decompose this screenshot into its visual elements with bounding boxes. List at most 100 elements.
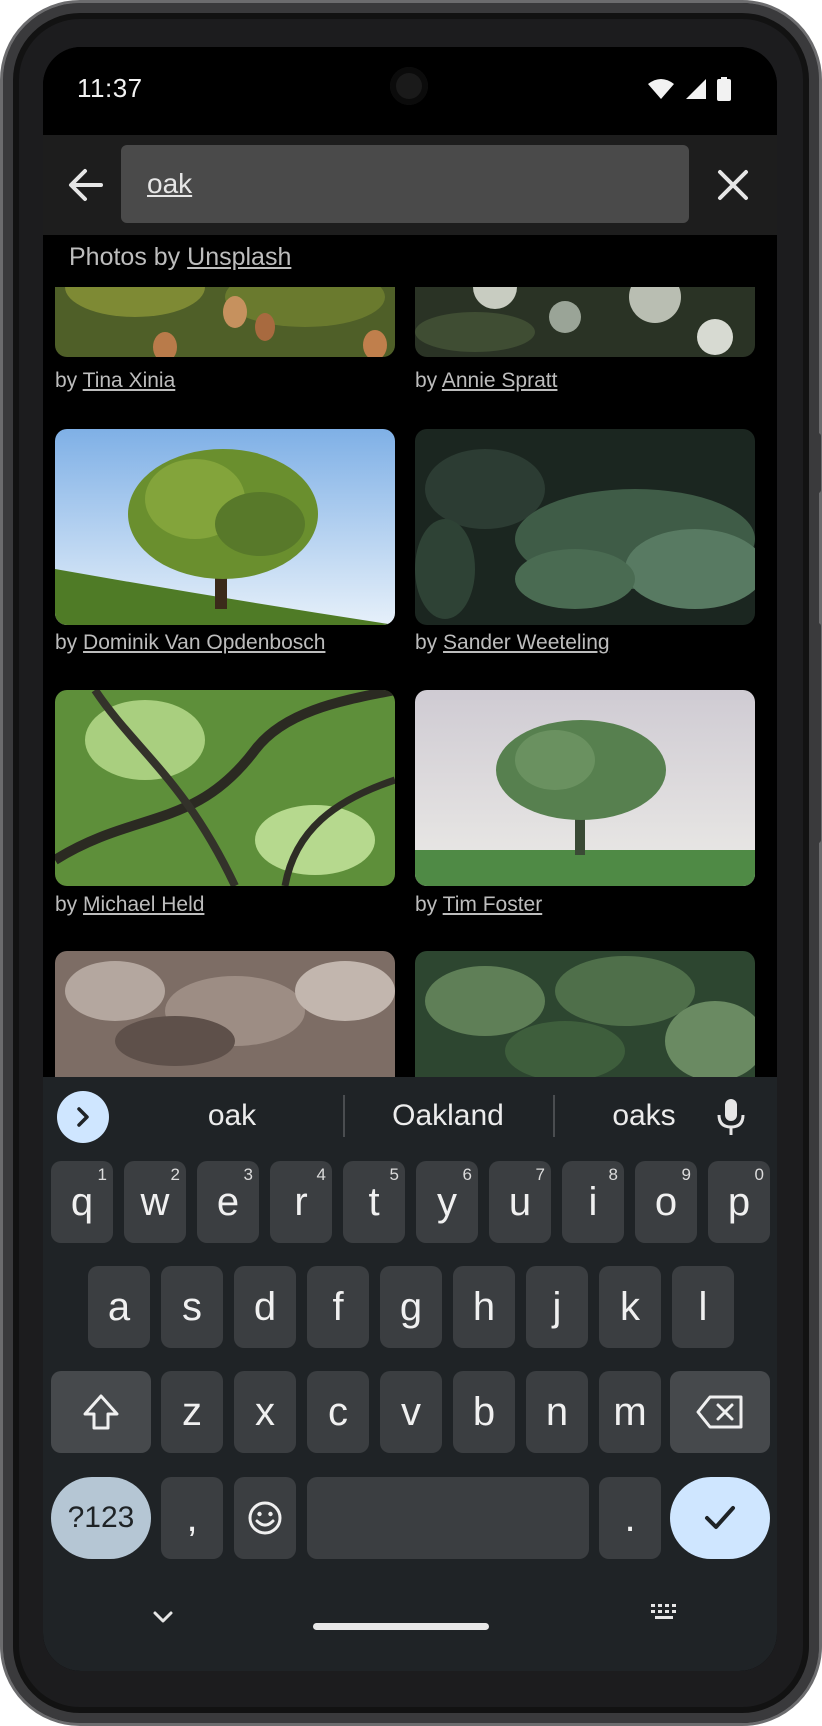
photo-tile[interactable] bbox=[55, 951, 395, 1077]
photo-caption: by Annie Spratt bbox=[415, 369, 558, 392]
photo-tile[interactable] bbox=[55, 690, 395, 886]
emoji-icon bbox=[248, 1501, 282, 1535]
photographer-link[interactable]: Dominik Van Opdenbosch bbox=[83, 631, 325, 654]
voice-input-button[interactable] bbox=[707, 1093, 755, 1141]
arrow-back-icon bbox=[69, 169, 103, 201]
status-time: 11:37 bbox=[77, 73, 143, 103]
photo-image bbox=[415, 287, 755, 357]
symbols-key[interactable]: ?123 bbox=[51, 1477, 151, 1559]
keyboard-menu-button[interactable] bbox=[57, 1091, 109, 1143]
photo-caption: by Tina Xinia bbox=[55, 369, 176, 392]
volume-button bbox=[813, 623, 821, 843]
suggestion-strip: oak Oakland oaks bbox=[43, 1077, 777, 1155]
home-gesture-handle[interactable] bbox=[313, 1623, 489, 1630]
key-k[interactable]: k bbox=[599, 1266, 661, 1348]
photo-image bbox=[55, 287, 395, 357]
backspace-icon bbox=[696, 1395, 743, 1429]
photographer-link[interactable]: Annie Spratt bbox=[442, 369, 558, 392]
key-c[interactable]: c bbox=[307, 1371, 369, 1453]
power-button bbox=[813, 433, 821, 493]
shift-key[interactable] bbox=[51, 1371, 151, 1453]
hide-keyboard-button[interactable] bbox=[143, 1597, 183, 1637]
photo-caption: by Tim Foster bbox=[415, 893, 543, 916]
photo-tile[interactable] bbox=[415, 951, 755, 1077]
phone-frame: 11:37 Photos by Unsplash bbox=[0, 0, 822, 1726]
microphone-icon bbox=[717, 1099, 745, 1135]
key-v[interactable]: v bbox=[380, 1371, 442, 1453]
key-d[interactable]: d bbox=[234, 1266, 296, 1348]
front-camera bbox=[390, 67, 428, 105]
unsplash-link[interactable]: Unsplash bbox=[187, 243, 291, 271]
photo-tile[interactable] bbox=[415, 690, 755, 886]
backspace-key[interactable] bbox=[670, 1371, 770, 1453]
suggestion-item[interactable]: oak bbox=[137, 1099, 327, 1133]
battery-icon bbox=[717, 77, 731, 101]
photo-image bbox=[55, 429, 395, 625]
key-b[interactable]: b bbox=[453, 1371, 515, 1453]
photo-image bbox=[415, 690, 755, 886]
key-m[interactable]: m bbox=[599, 1371, 661, 1453]
clear-search-button[interactable] bbox=[705, 157, 761, 213]
photo-tile[interactable] bbox=[55, 429, 395, 625]
key-w[interactable]: w2 bbox=[124, 1161, 186, 1243]
back-button[interactable] bbox=[57, 157, 113, 213]
space-key[interactable] bbox=[307, 1477, 589, 1559]
search-input[interactable] bbox=[121, 145, 689, 223]
key-i[interactable]: i8 bbox=[562, 1161, 624, 1243]
screen: 11:37 Photos by Unsplash bbox=[43, 47, 777, 1671]
photo-tile[interactable] bbox=[415, 429, 755, 625]
key-q[interactable]: q1 bbox=[51, 1161, 113, 1243]
suggestion-item[interactable]: Oakland bbox=[333, 1099, 563, 1133]
key-f[interactable]: f bbox=[307, 1266, 369, 1348]
photographer-link[interactable]: Tim Foster bbox=[443, 893, 543, 916]
period-key[interactable]: . bbox=[599, 1477, 661, 1559]
key-t[interactable]: t5 bbox=[343, 1161, 405, 1243]
shift-icon bbox=[83, 1394, 119, 1430]
photo-image bbox=[415, 951, 755, 1077]
key-j[interactable]: j bbox=[526, 1266, 588, 1348]
done-key[interactable] bbox=[670, 1477, 770, 1559]
close-icon bbox=[718, 170, 748, 200]
photo-image bbox=[55, 951, 395, 1077]
key-x[interactable]: x bbox=[234, 1371, 296, 1453]
photo-caption: by Michael Held bbox=[55, 893, 205, 916]
photo-image bbox=[415, 429, 755, 625]
emoji-key[interactable] bbox=[234, 1477, 296, 1559]
status-bar: 11:37 bbox=[43, 47, 777, 135]
key-r[interactable]: r4 bbox=[270, 1161, 332, 1243]
status-icons bbox=[647, 77, 731, 101]
keyboard-icon bbox=[651, 1604, 676, 1619]
photo-credit-line: Photos by Unsplash bbox=[69, 243, 291, 272]
soft-keyboard: oak Oakland oaks q1 w2 e3 r4 t5 y6 u7 i8… bbox=[43, 1077, 777, 1671]
key-y[interactable]: y6 bbox=[416, 1161, 478, 1243]
key-z[interactable]: z bbox=[161, 1371, 223, 1453]
key-p[interactable]: p0 bbox=[708, 1161, 770, 1243]
chevron-right-icon bbox=[77, 1107, 89, 1127]
key-g[interactable]: g bbox=[380, 1266, 442, 1348]
photo-caption: by Dominik Van Opdenbosch bbox=[55, 631, 326, 654]
key-l[interactable]: l bbox=[672, 1266, 734, 1348]
photo-tile[interactable] bbox=[415, 287, 755, 357]
key-e[interactable]: e3 bbox=[197, 1161, 259, 1243]
photo-grid: by Tina Xinia by Annie Spratt by Dominik… bbox=[43, 287, 777, 1077]
photographer-link[interactable]: Sander Weeteling bbox=[443, 631, 610, 654]
photographer-link[interactable]: Tina Xinia bbox=[83, 369, 176, 392]
key-u[interactable]: u7 bbox=[489, 1161, 551, 1243]
photographer-link[interactable]: Michael Held bbox=[83, 893, 204, 916]
credit-prefix: Photos by bbox=[69, 243, 181, 271]
signal-icon bbox=[686, 79, 706, 99]
checkmark-icon bbox=[705, 1506, 735, 1529]
comma-key[interactable]: , bbox=[161, 1477, 223, 1559]
key-n[interactable]: n bbox=[526, 1371, 588, 1453]
key-a[interactable]: a bbox=[88, 1266, 150, 1348]
key-s[interactable]: s bbox=[161, 1266, 223, 1348]
chevron-down-icon bbox=[153, 1611, 173, 1623]
search-app-bar bbox=[43, 135, 777, 235]
photo-caption: by Sander Weeteling bbox=[415, 631, 610, 654]
photo-image bbox=[55, 690, 395, 886]
key-o[interactable]: o9 bbox=[635, 1161, 697, 1243]
keyboard-switcher-button[interactable] bbox=[649, 1601, 681, 1627]
photo-tile[interactable] bbox=[55, 287, 395, 357]
wifi-icon bbox=[648, 79, 674, 99]
key-h[interactable]: h bbox=[453, 1266, 515, 1348]
